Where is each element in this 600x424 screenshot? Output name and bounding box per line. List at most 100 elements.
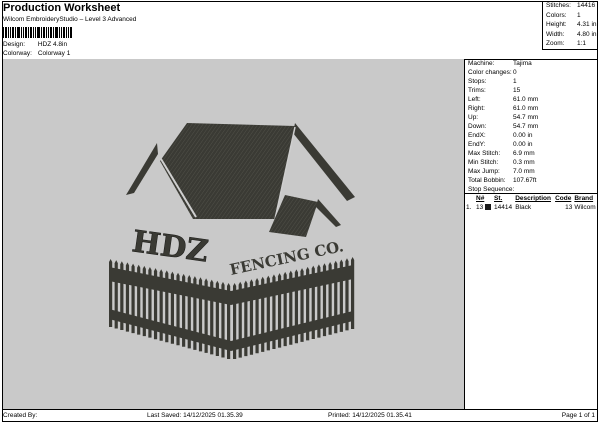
fence-picket [300,268,304,342]
fence-picket [283,271,287,347]
fence-picket [148,267,152,338]
row-stitches: 14414 [494,204,513,211]
fence-picket [339,259,343,332]
fence-picket [159,269,163,341]
divider-bottom [2,409,598,410]
design-name-row: Design: HDZ 4.8in [3,41,67,48]
stat-value: 1 [577,11,581,19]
stat-value: 4.31 in [577,21,597,29]
stop-sequence-header: Stop Sequence: [465,185,598,194]
stat-label: Colors: [546,11,567,19]
stat-stitches: Stitches: 14416 [543,1,598,11]
fence-picket [137,264,141,335]
machine-info-label: Up: [468,114,479,121]
fence-picket [345,258,349,331]
machine-info-label: EndX: [468,132,486,139]
machine-info-label: Min Stitch: [468,159,499,166]
machine-info-list: Machine: Tajima Color changes: 0 Stops: 1 Trim… [465,59,598,185]
machine-info-value: 15 [513,87,521,94]
machine-info-value: 6.9 mm [513,150,535,157]
fence-picket [114,260,118,329]
fence-picket [120,261,124,331]
row-index: 1. [466,204,472,211]
row-brand: Wilcom [574,204,596,211]
machine-info-value: 0.00 in [513,132,533,139]
machine-info-value: Tajima [513,60,532,67]
fence-picket [261,276,265,352]
machine-info-row: Stops: 1 [465,77,598,86]
table-row: 1. 13 14414 Black 13 Wilcom [465,203,598,212]
row-description: Black [515,204,532,211]
row-code: 13 [565,204,573,211]
machine-info-value: 0 [513,69,517,76]
stat-width: Width: 4.80 in [543,30,598,40]
fence-picket [294,269,299,344]
stat-value: 14416 [577,2,596,9]
machine-info-value: 54.7 mm [513,114,539,121]
stop-sequence-columns: N# St. Description Code Brand [465,194,598,203]
fence-picket [328,261,332,335]
app-subtitle: Wilcom EmbroideryStudio – Level 3 Advanc… [3,16,137,23]
machine-info-row: Color changes: 0 [465,68,598,77]
fence-picket [125,262,130,332]
design-value: HDZ 4.8in [37,41,68,48]
machine-info-row: Right: 61.0 mm [465,104,598,113]
fence-picket [306,266,310,341]
fence-picket [233,283,237,359]
column-stitches: St. [494,195,503,202]
fence-picket [221,281,225,358]
colorway-value: Colorway 1 [37,50,71,57]
machine-info-row: Max Jump: 7.0 mm [465,167,598,176]
fence-picket [198,277,203,352]
fence-picket [238,281,242,358]
fence-picket [204,278,208,353]
fence-picket [165,270,169,343]
fence-picket [170,271,175,344]
stat-label: Width: [546,30,565,38]
page-title: Production Worksheet [3,2,121,14]
fence-picket [334,260,338,334]
fence-picket [215,280,219,356]
footer-last-saved: Last Saved: 14/12/2025 01.35.39 [147,412,243,419]
column-code: Code [555,195,572,202]
fence-picket [317,264,321,338]
machine-info-label: Max Jump: [468,168,500,175]
fence-picket [277,273,282,348]
machine-info-value: 1 [513,78,517,85]
fence-picket [227,283,231,359]
machine-info-label: Color changes: [468,69,512,76]
stat-label: Height: [546,21,567,29]
stop-sequence-table: N# St. Description Code Brand 1. 13 1441… [465,194,598,212]
fence-picket [272,274,276,349]
machine-info-label: Machine: [468,60,495,67]
fence-picket [193,276,197,350]
fence-picket [289,270,293,345]
design-label: Design: [3,41,26,48]
machine-info-value: 0.3 mm [513,159,535,166]
column-brand: Brand [574,195,594,202]
fence-picket [131,263,135,334]
machine-info-row: Total Bobbin: 107.67ft [465,176,598,185]
machine-info-value: 61.0 mm [513,96,539,103]
machine-info-row: Down: 54.7 mm [465,122,598,131]
needle-number: 13 [476,204,484,211]
stat-label: Zoom: [546,40,565,48]
colorway-label: Colorway: [3,50,32,57]
machine-info-value: 7.0 mm [513,168,535,175]
machine-info-row: Min Stitch: 0.3 mm [465,158,598,167]
stat-colors: Colors: 1 [543,11,598,21]
fence-picket [351,257,355,329]
fence-picket [153,268,158,340]
machine-info-value: 54.7 mm [513,123,539,130]
machine-info-row: Up: 54.7 mm [465,113,598,122]
fence-picket [109,259,113,327]
stats-box: Stitches: 14416 Colors: 1 Height: 4.31 in W… [542,1,598,50]
machine-info-label: Stops: [468,78,487,85]
fence-picket [249,279,254,355]
fence-picket [176,272,180,346]
machine-info-label: Down: [468,123,487,130]
machine-info-value: 0.00 in [513,141,533,148]
machine-info-row: EndX: 0.00 in [465,131,598,140]
stat-value: 1:1 [577,40,587,48]
embroidery-artwork: HDZ FENCING CO. [109,123,355,359]
